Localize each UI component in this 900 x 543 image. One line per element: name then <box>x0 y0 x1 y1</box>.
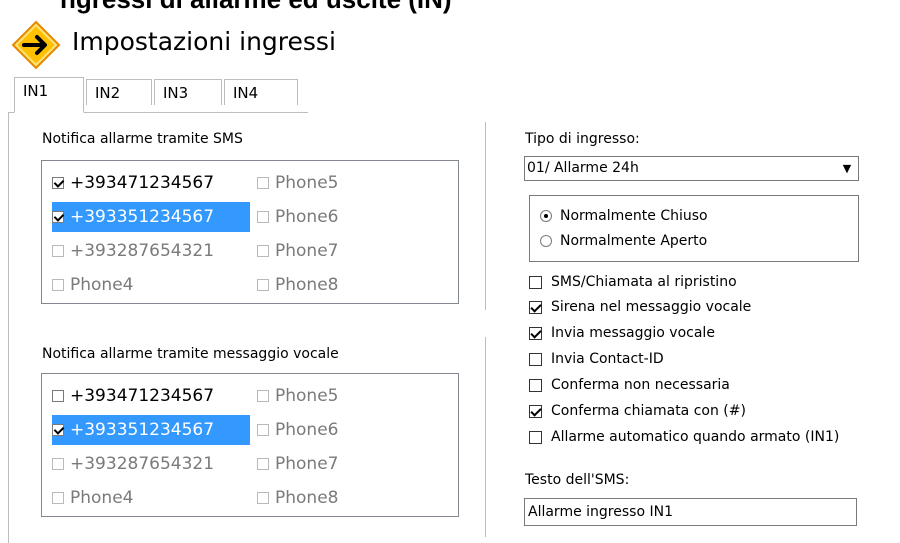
checkbox-icon[interactable] <box>529 430 542 444</box>
voice-recipient-1[interactable]: +393471234567 <box>52 381 214 411</box>
tab-in3[interactable]: IN3 <box>154 79 222 105</box>
option-siren-voice-message[interactable]: Sirena nel messaggio vocale <box>529 299 751 315</box>
sms-group-border <box>485 122 486 310</box>
input-type-select[interactable]: 01/ Allarme 24h ▼ <box>524 156 859 181</box>
checkbox-icon[interactable] <box>529 326 542 340</box>
dropdown-arrow-icon[interactable]: ▼ <box>837 158 857 179</box>
option-send-contact-id[interactable]: Invia Contact-ID <box>529 351 664 367</box>
voice-recipient-7[interactable]: Phone7 <box>257 449 338 479</box>
sms-recipient-4[interactable]: Phone4 <box>52 270 133 300</box>
tab-in2[interactable]: IN2 <box>86 79 152 105</box>
sms-recipient-1[interactable]: +393471234567 <box>52 168 214 198</box>
checkbox-icon[interactable] <box>529 352 542 366</box>
voice-recipient-8[interactable]: Phone8 <box>257 483 338 513</box>
sms-text-input[interactable]: Allarme ingresso IN1 <box>524 498 857 526</box>
option-confirm-not-needed[interactable]: Conferma non necessaria <box>529 377 730 393</box>
checkbox-icon[interactable] <box>52 279 64 291</box>
sms-recipient-6[interactable]: Phone6 <box>257 202 338 232</box>
radio-normally-closed[interactable]: Normalmente Chiuso <box>540 208 708 224</box>
sms-recipient-7[interactable]: Phone7 <box>257 236 338 266</box>
tab-in4[interactable]: IN4 <box>224 79 298 105</box>
contact-mode-group <box>529 195 859 262</box>
checkbox-icon[interactable] <box>529 378 542 392</box>
checkbox-icon[interactable] <box>257 390 269 402</box>
checkbox-icon[interactable] <box>257 424 269 436</box>
voice-recipient-6[interactable]: Phone6 <box>257 415 338 445</box>
checkbox-icon[interactable] <box>52 390 64 402</box>
option-sms-call-restore[interactable]: SMS/Chiamata al ripristino <box>529 274 737 290</box>
sms-recipient-3[interactable]: +393287654321 <box>52 236 214 266</box>
arrow-right-diamond-icon <box>10 19 62 71</box>
checkbox-icon[interactable] <box>257 279 269 291</box>
checkbox-icon[interactable] <box>529 275 542 289</box>
sms-recipient-5[interactable]: Phone5 <box>257 168 338 198</box>
voice-group-border <box>485 337 486 537</box>
radio-selected-icon[interactable] <box>540 210 552 222</box>
checkbox-icon[interactable] <box>52 492 64 504</box>
checkbox-icon[interactable] <box>52 245 64 257</box>
checkbox-icon[interactable] <box>257 458 269 470</box>
voice-recipient-5[interactable]: Phone5 <box>257 381 338 411</box>
checkbox-icon[interactable] <box>52 458 64 470</box>
option-confirm-call-hash[interactable]: Conferma chiamata con (#) <box>529 403 746 419</box>
sms-text-label: Testo dell'SMS: <box>525 472 630 488</box>
checkbox-icon[interactable] <box>257 245 269 257</box>
sms-recipient-2[interactable]: +393351234567 <box>52 202 250 232</box>
tab-page-border <box>8 113 9 543</box>
voice-recipient-3[interactable]: +393287654321 <box>52 449 214 479</box>
voice-recipient-list[interactable]: +393471234567 Phone5 +393351234567 Phone… <box>41 373 459 517</box>
checkbox-icon[interactable] <box>257 211 269 223</box>
page-title: Impostazioni ingressi <box>72 27 336 56</box>
option-send-voice-message[interactable]: Invia messaggio vocale <box>529 325 715 341</box>
sms-recipient-8[interactable]: Phone8 <box>257 270 338 300</box>
voice-recipient-4[interactable]: Phone4 <box>52 483 133 513</box>
radio-icon[interactable] <box>540 235 552 247</box>
sms-group-label: Notifica allarme tramite SMS <box>42 131 243 147</box>
radio-normally-open[interactable]: Normalmente Aperto <box>540 233 707 249</box>
tab-in1[interactable]: IN1 <box>14 77 84 113</box>
cut-off-heading: ngressi di allarme ed uscite (IN) <box>60 0 452 15</box>
option-auto-alarm-armed[interactable]: Allarme automatico quando armato (IN1) <box>529 429 839 445</box>
sms-recipient-list[interactable]: +393471234567 Phone5 +393351234567 Phone… <box>41 160 459 304</box>
voice-recipient-2[interactable]: +393351234567 <box>52 415 250 445</box>
checkbox-icon[interactable] <box>52 177 64 189</box>
input-type-value: 01/ Allarme 24h <box>527 160 639 176</box>
checkbox-icon[interactable] <box>257 492 269 504</box>
checkbox-icon[interactable] <box>52 424 64 436</box>
checkbox-icon[interactable] <box>529 300 542 314</box>
checkbox-icon[interactable] <box>52 211 64 223</box>
input-type-label: Tipo di ingresso: <box>525 131 640 147</box>
voice-group-label: Notifica allarme tramite messaggio vocal… <box>42 346 339 362</box>
checkbox-icon[interactable] <box>529 404 542 418</box>
checkbox-icon[interactable] <box>257 177 269 189</box>
